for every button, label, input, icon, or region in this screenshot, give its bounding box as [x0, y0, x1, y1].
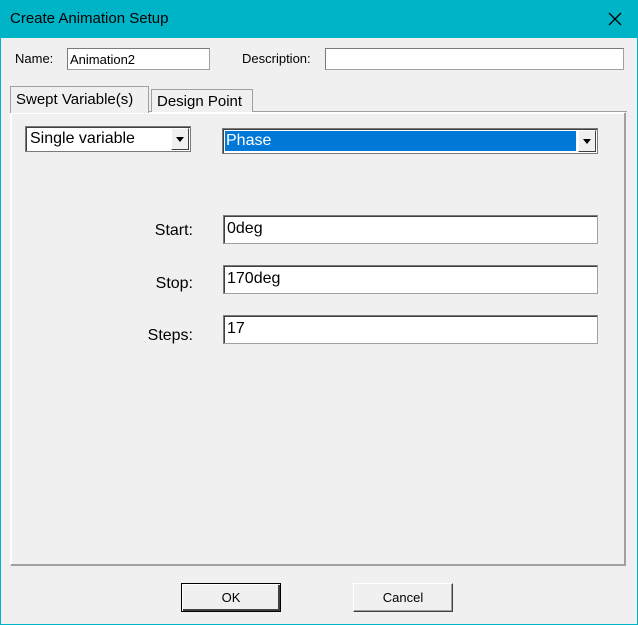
variable-dropdown-button[interactable] — [578, 130, 596, 152]
description-field[interactable] — [325, 48, 624, 70]
cancel-button-label: Cancel — [382, 590, 424, 605]
window-title: Create Animation Setup — [10, 10, 169, 27]
close-icon — [608, 12, 622, 26]
ok-button[interactable]: OK — [181, 583, 281, 612]
name-field[interactable]: Animation2 — [67, 48, 210, 70]
sweep-mode-select[interactable]: Single variable — [25, 126, 191, 152]
sweep-mode-value: Single variable — [30, 130, 135, 147]
sweep-mode-dropdown-button[interactable] — [171, 128, 189, 150]
start-label: Start: — [154, 222, 193, 239]
tab-swept-variables-label: Swept Variable(s) — [16, 91, 134, 108]
stop-field[interactable]: 170deg — [223, 265, 598, 294]
variable-value: Phase — [225, 131, 576, 151]
name-label: Name: — [15, 51, 54, 66]
triangle-down-icon — [583, 138, 591, 144]
title-bar: Create Animation Setup — [0, 0, 638, 38]
steps-label: Steps: — [147, 327, 193, 344]
stop-label: Stop: — [155, 275, 193, 292]
start-field[interactable]: 0deg — [223, 215, 598, 244]
tab-design-point-label: Design Point — [157, 93, 243, 110]
variable-select[interactable]: Phase — [222, 128, 598, 154]
cancel-button[interactable]: Cancel — [353, 583, 453, 612]
tab-design-point[interactable]: Design Point — [151, 89, 253, 112]
ok-button-label: OK — [221, 590, 241, 605]
triangle-down-icon — [176, 136, 184, 142]
description-label: Description: — [242, 51, 311, 66]
close-button[interactable] — [592, 0, 638, 38]
tab-swept-variables[interactable]: Swept Variable(s) — [10, 86, 149, 113]
steps-field[interactable]: 17 — [223, 315, 598, 344]
